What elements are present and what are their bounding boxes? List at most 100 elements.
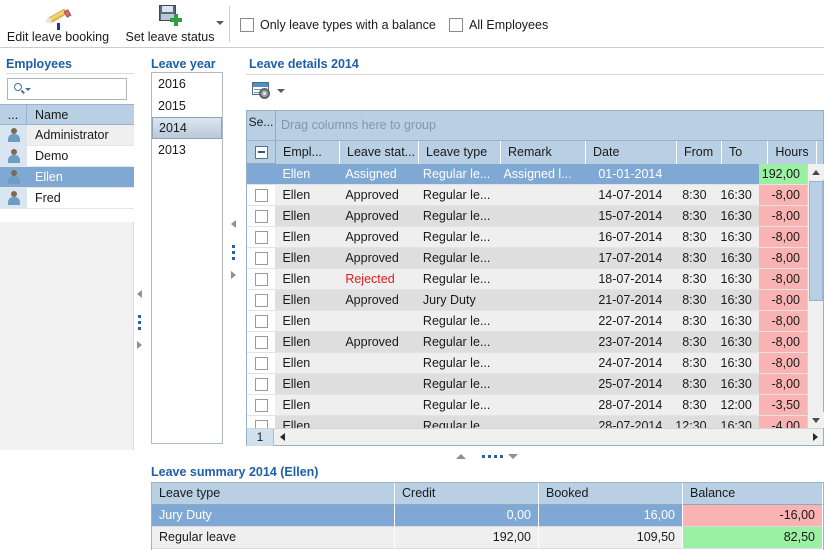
summary-col-header-booked[interactable]: Booked (539, 483, 683, 505)
splitter-employees[interactable] (135, 110, 145, 450)
table-row[interactable]: Ellen Approved Regular le... 23-07-2014 8:30… (247, 332, 807, 353)
row-select-checkbox[interactable] (247, 206, 276, 226)
row-select-checkbox[interactable] (247, 269, 276, 289)
employee-list-item[interactable]: Administrator (0, 125, 134, 146)
table-row[interactable]: Ellen Assigned Regular le... Assigned l... 0… (247, 164, 807, 185)
splitter-leave-year[interactable] (229, 110, 239, 450)
cell-employee: Ellen (282, 398, 311, 412)
expand-right-icon[interactable] (137, 341, 142, 349)
scroll-up-button[interactable] (808, 164, 824, 180)
collapse-left-icon[interactable] (137, 290, 142, 298)
scroll-down-button[interactable] (808, 412, 824, 428)
table-row[interactable]: Ellen Regular le... 28-07-2014 12:30 16:30 -4… (247, 416, 807, 428)
col-header-employee[interactable]: Empl... (276, 141, 340, 165)
grid-settings-icon[interactable] (252, 82, 274, 100)
cell-remark (496, 332, 579, 352)
table-row[interactable]: Ellen Regular le... 28-07-2014 8:30 12:00 -3,… (247, 395, 807, 416)
leave-year-item[interactable]: 2015 (152, 95, 222, 117)
summary-column-headers: Leave type Credit Booked Balance (152, 483, 823, 505)
row-select-checkbox[interactable] (247, 248, 276, 268)
collapse-up-icon[interactable] (456, 454, 466, 459)
cell-to: 16:30 (720, 314, 752, 328)
summary-table-row[interactable]: Jury Duty 0,00 16,00 -16,00 (152, 505, 823, 527)
only-leave-types-with-balance-checkbox[interactable]: Only leave types with a balance (240, 18, 436, 32)
table-row[interactable]: Ellen Regular le... 25-07-2014 8:30 16:30 -8,… (247, 374, 807, 395)
leave-year-item[interactable]: 2013 (152, 139, 222, 161)
employee-list-item[interactable]: Demo (0, 146, 134, 167)
cell-leave-type: Regular le... (422, 209, 491, 223)
leave-year-item[interactable]: 2016 (152, 73, 222, 95)
row-select-checkbox[interactable] (247, 227, 276, 247)
col-header-date[interactable]: Date (586, 141, 677, 165)
employee-list-item[interactable]: Ellen (0, 167, 134, 188)
col-header-hours[interactable]: Hours (768, 141, 817, 165)
checkbox-box[interactable] (449, 18, 463, 32)
table-row[interactable]: Ellen Regular le... 22-07-2014 8:30 16:30 -8,… (247, 311, 807, 332)
row-select-checkbox[interactable] (247, 416, 276, 428)
table-row[interactable]: Ellen Approved Regular le... 17-07-2014 8:30… (247, 248, 807, 269)
table-row[interactable]: Ellen Approved Regular le... 14-07-2014 8:30… (247, 185, 807, 206)
edit-leave-booking-label: Edit leave booking (6, 30, 110, 44)
employee-search-input[interactable] (7, 78, 127, 100)
all-employees-checkbox[interactable]: All Employees (449, 18, 548, 32)
splitter-horizontal[interactable] (246, 449, 824, 463)
search-dropdown-icon[interactable] (25, 88, 31, 91)
expand-collapse-all-button[interactable] (247, 141, 276, 164)
col-header-to[interactable]: To (722, 141, 768, 165)
table-row[interactable]: Ellen Approved Regular le... 16-07-2014 8:30… (247, 227, 807, 248)
employees-col-name-header[interactable]: Name (27, 108, 134, 122)
table-row[interactable]: Ellen Regular le... 24-07-2014 8:30 16:30 -8,… (247, 353, 807, 374)
row-select-checkbox[interactable] (247, 332, 276, 352)
col-header-remark[interactable]: Remark (501, 141, 586, 165)
chevron-down-icon[interactable] (216, 21, 224, 25)
employee-list-item[interactable]: Fred (0, 188, 134, 209)
summary-table-row[interactable]: Regular leave 192,00 109,50 82,50 (152, 527, 823, 549)
scroll-thumb[interactable] (809, 181, 823, 301)
splitter-grip[interactable] (138, 315, 141, 333)
expand-down-icon[interactable] (508, 454, 518, 459)
grid-page-indicator[interactable]: 1 (247, 428, 274, 446)
cell-from: 8:30 (682, 230, 707, 244)
row-select-checkbox[interactable] (247, 374, 276, 394)
cell-date: 22-07-2014 (598, 314, 663, 328)
table-row[interactable]: Ellen Approved Jury Duty 21-07-2014 8:30 16:3… (247, 290, 807, 311)
row-select-checkbox[interactable] (247, 311, 276, 331)
grid-group-panel[interactable]: Se... Drag columns here to group (247, 111, 823, 140)
col-header-leave-status[interactable]: Leave stat... (340, 141, 419, 165)
collapse-left-icon[interactable] (231, 220, 236, 228)
cell-date: 15-07-2014 (598, 209, 663, 223)
checkbox-box[interactable] (240, 18, 254, 32)
leave-year-list[interactable]: 2016 2015 2014 2013 (151, 72, 223, 444)
splitter-grip[interactable] (232, 245, 235, 263)
row-select-checkbox[interactable] (247, 164, 276, 184)
minus-icon (254, 145, 268, 159)
splitter-grip[interactable] (482, 455, 506, 458)
summary-cell-credit: 192,00 (395, 527, 539, 549)
summary-col-header-balance[interactable]: Balance (683, 483, 823, 505)
row-select-checkbox[interactable] (247, 395, 276, 415)
employees-col-icon-header[interactable]: ... (0, 105, 27, 124)
grid-horizontal-scrollbar[interactable]: 1 (247, 428, 823, 446)
cell-to: 16:30 (720, 293, 752, 307)
summary-col-header-credit[interactable]: Credit (395, 483, 539, 505)
cell-employee: Ellen (282, 272, 311, 286)
summary-col-header-leave-type[interactable]: Leave type (152, 483, 395, 505)
leave-year-item[interactable]: 2014 (152, 117, 222, 139)
row-select-checkbox[interactable] (247, 290, 276, 310)
expand-right-icon[interactable] (231, 271, 236, 279)
grid-vertical-scrollbar[interactable] (807, 164, 824, 428)
scroll-right-button[interactable] (807, 433, 823, 441)
cell-date: 14-07-2014 (598, 188, 663, 202)
grid-settings-chevron-down-icon[interactable] (277, 89, 285, 93)
summary-cell-credit: 0,00 (395, 505, 539, 527)
row-select-checkbox[interactable] (247, 185, 276, 205)
select-column-header[interactable]: Se... (247, 111, 276, 140)
edit-leave-booking-button[interactable]: Edit leave booking (2, 0, 114, 47)
set-leave-status-button[interactable]: Set leave status (118, 0, 222, 47)
table-row[interactable]: Ellen Rejected Regular le... 18-07-2014 8:30… (247, 269, 807, 290)
row-select-checkbox[interactable] (247, 353, 276, 373)
scroll-left-button[interactable] (274, 433, 290, 441)
col-header-from[interactable]: From (677, 141, 722, 165)
col-header-leave-type[interactable]: Leave type (419, 141, 501, 165)
table-row[interactable]: Ellen Approved Regular le... 15-07-2014 8:30… (247, 206, 807, 227)
